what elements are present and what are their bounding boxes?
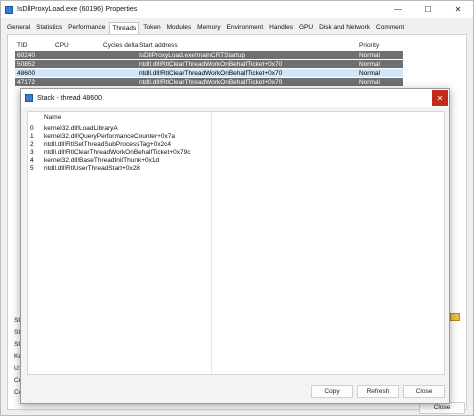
app-icon bbox=[5, 5, 13, 14]
column-header-cycles-delta[interactable]: Cycles delta bbox=[103, 42, 139, 49]
thread-row[interactable]: 60240 IsDllProxyLoad.exe!mainCRTStartup … bbox=[15, 51, 403, 59]
frame-index: 5 bbox=[30, 164, 34, 172]
stack-frames-list[interactable]: Name 0 kernel32.dll!LoadLibraryA 1 kerne… bbox=[27, 111, 445, 375]
frame-index: 3 bbox=[30, 148, 34, 156]
frame-name: kernel32.dll!LoadLibraryA bbox=[44, 124, 118, 132]
thread-tid: 48600 bbox=[17, 69, 36, 77]
frame-index: 0 bbox=[30, 124, 34, 132]
window-titlebar[interactable]: IsDllProxyLoad.exe (60196) Properties — … bbox=[1, 1, 473, 18]
column-header-tid[interactable]: TID bbox=[15, 42, 55, 49]
dialog-titlebar[interactable]: Stack - thread 48600 ✕ bbox=[21, 89, 449, 107]
column-divider bbox=[211, 112, 212, 374]
dialog-close-button[interactable]: Close bbox=[403, 385, 445, 398]
thread-priority: Normal bbox=[359, 51, 380, 59]
tab-comment[interactable]: Comment bbox=[374, 22, 406, 34]
thread-priority: Normal bbox=[359, 60, 380, 68]
column-header-priority[interactable]: Priority bbox=[359, 42, 403, 49]
maximize-button[interactable]: ☐ bbox=[413, 1, 443, 18]
frame-name: kernel32.dll!BaseThreadInitThunk+0x1d bbox=[44, 156, 160, 164]
stack-frame-row[interactable]: 1 kernel32.dll!QueryPerformanceCounter+0… bbox=[28, 132, 175, 140]
column-header-start-address[interactable]: Start address bbox=[139, 42, 359, 49]
dialog-app-icon bbox=[25, 94, 33, 102]
tab-environment[interactable]: Environment bbox=[225, 22, 266, 34]
thread-tid: 50852 bbox=[17, 60, 36, 68]
tab-gpu[interactable]: GPU bbox=[297, 22, 315, 34]
tab-modules[interactable]: Modules bbox=[165, 22, 194, 34]
frame-name: ntdll.dll!RtlSetThreadSubProcessTag+0x2c… bbox=[44, 140, 172, 148]
stack-frame-row[interactable]: 0 kernel32.dll!LoadLibraryA bbox=[28, 124, 118, 132]
frame-index: 2 bbox=[30, 140, 34, 148]
frame-name: ntdll.dll!RtlClearThreadWorkOnBehalfTick… bbox=[44, 148, 191, 156]
frame-index: 1 bbox=[30, 132, 34, 140]
dialog-title: Stack - thread 48600 bbox=[37, 94, 102, 102]
thread-tid: 47172 bbox=[17, 78, 36, 86]
tab-bar: General Statistics Performance Threads T… bbox=[5, 22, 408, 34]
thread-start-address: IsDllProxyLoad.exe!mainCRTStartup bbox=[139, 51, 246, 59]
refresh-button[interactable]: Refresh bbox=[357, 385, 399, 398]
copy-button[interactable]: Copy bbox=[311, 385, 353, 398]
thread-row-selected[interactable]: 48600 ntdll.dll!RtlClearThreadWorkOnBeha… bbox=[15, 69, 403, 77]
tab-memory[interactable]: Memory bbox=[195, 22, 222, 34]
thread-priority: Normal bbox=[359, 78, 380, 86]
stack-frame-row[interactable]: 2 ntdll.dll!RtlSetThreadSubProcessTag+0x… bbox=[28, 140, 171, 148]
minimize-button[interactable]: — bbox=[383, 1, 413, 18]
frame-name: ntdll.dll!RtlUserThreadStart+0x28 bbox=[44, 164, 140, 172]
thread-start-address: ntdll.dll!RtlClearThreadWorkOnBehalfTick… bbox=[139, 60, 283, 68]
thread-row[interactable]: 50852 ntdll.dll!RtlClearThreadWorkOnBeha… bbox=[15, 60, 403, 68]
tab-threads[interactable]: Threads bbox=[109, 22, 140, 34]
threads-list: TID CPU Cycles delta Start address Prior… bbox=[15, 41, 403, 86]
stack-dialog: Stack - thread 48600 ✕ Name 0 kernel32.d… bbox=[20, 88, 450, 404]
tab-performance[interactable]: Performance bbox=[66, 22, 107, 34]
tab-token[interactable]: Token bbox=[141, 22, 162, 34]
tab-handles[interactable]: Handles bbox=[267, 22, 295, 34]
stack-frame-row[interactable]: 4 kernel32.dll!BaseThreadInitThunk+0x1d bbox=[28, 156, 159, 164]
window-title: IsDllProxyLoad.exe (60196) Properties bbox=[17, 6, 138, 13]
window-close-button[interactable]: ✕ bbox=[443, 1, 473, 18]
thread-start-address: ntdll.dll!RtlClearThreadWorkOnBehalfTick… bbox=[139, 69, 283, 77]
dialog-close-icon[interactable]: ✕ bbox=[432, 90, 448, 106]
frame-name: kernel32.dll!QueryPerformanceCounter+0x7… bbox=[44, 132, 175, 140]
stack-frame-row[interactable]: 5 ntdll.dll!RtlUserThreadStart+0x28 bbox=[28, 164, 140, 172]
window-controls: — ☐ ✕ bbox=[383, 1, 473, 18]
threads-list-header: TID CPU Cycles delta Start address Prior… bbox=[15, 41, 403, 50]
thread-row[interactable]: 47172 ntdll.dll!RtlClearThreadWorkOnBeha… bbox=[15, 78, 403, 86]
column-header-cpu[interactable]: CPU bbox=[55, 42, 103, 49]
column-header-name[interactable]: Name bbox=[44, 114, 61, 121]
thread-start-address: ntdll.dll!RtlClearThreadWorkOnBehalfTick… bbox=[139, 78, 283, 86]
stack-frame-row[interactable]: 3 ntdll.dll!RtlClearThreadWorkOnBehalfTi… bbox=[28, 148, 191, 156]
thread-priority: Normal bbox=[359, 69, 380, 77]
tab-disk-and-network[interactable]: Disk and Network bbox=[317, 22, 372, 34]
folder-icon[interactable] bbox=[450, 313, 460, 321]
tab-statistics[interactable]: Statistics bbox=[34, 22, 64, 34]
thread-tid: 60240 bbox=[17, 51, 36, 59]
tab-general[interactable]: General bbox=[5, 22, 32, 34]
frame-index: 4 bbox=[30, 156, 34, 164]
